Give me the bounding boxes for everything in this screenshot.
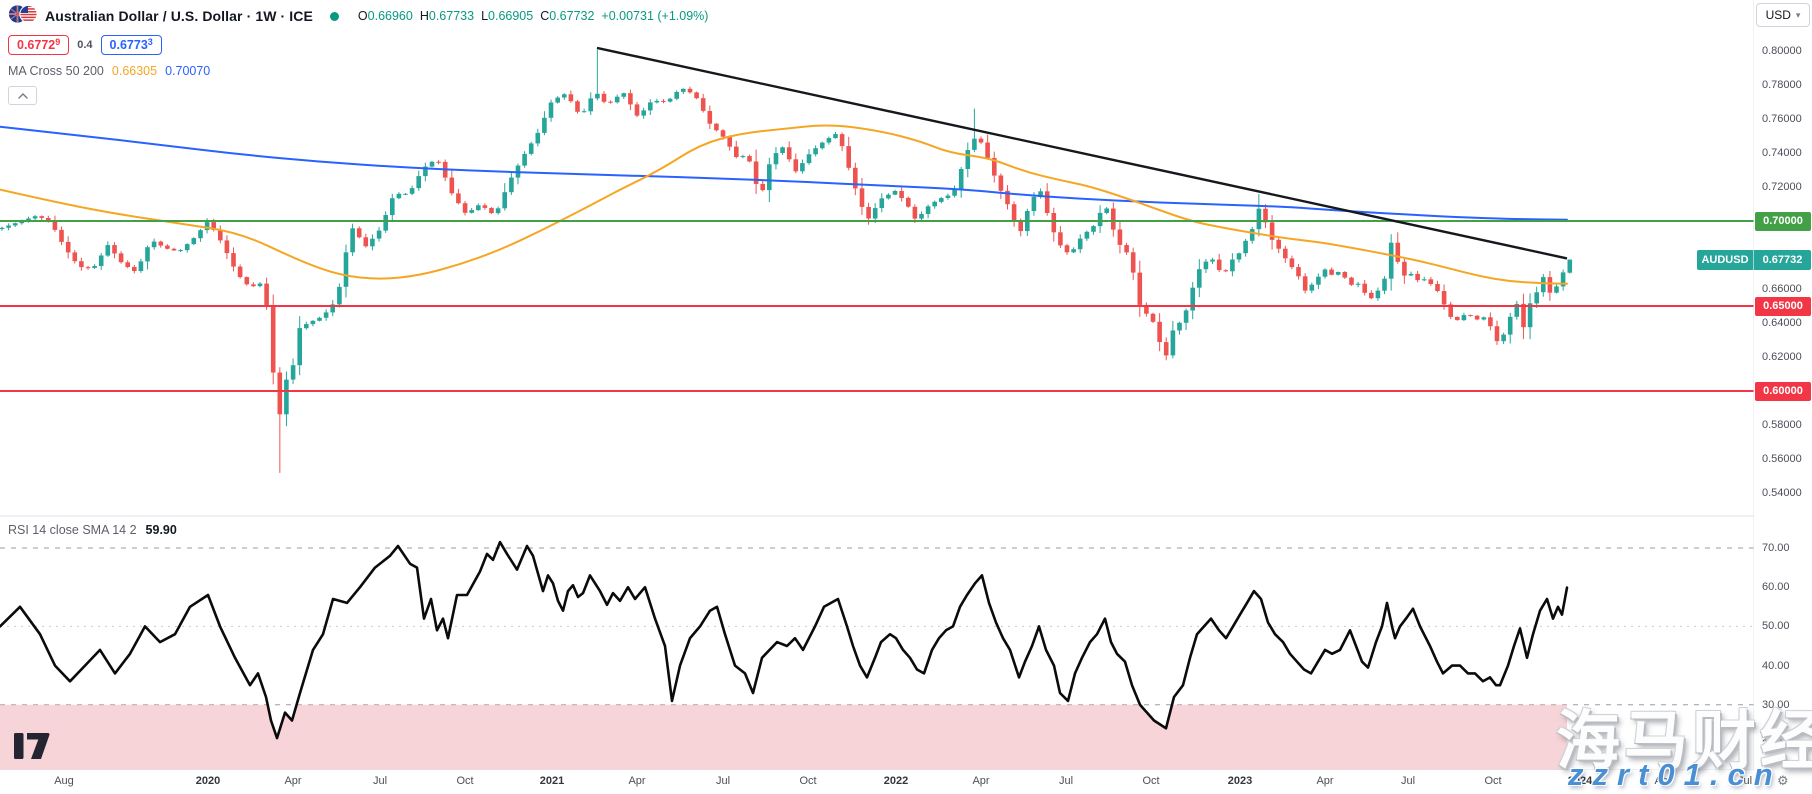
market-status-dot <box>330 12 339 21</box>
rsi-tick-60.00: 60.00 <box>1762 581 1790 593</box>
price-tick-0.80000: 0.80000 <box>1762 45 1802 57</box>
price-chart-canvas[interactable] <box>0 0 1812 794</box>
time-label-2023: 2023 <box>1228 775 1252 787</box>
ohlc-readout: O0.66960 H0.67733 L0.66905 C0.67732 +0.0… <box>358 9 709 23</box>
rsi-indicator-label: RSI 14 close SMA 14 2 <box>8 523 137 537</box>
price-tick-0.54000: 0.54000 <box>1762 487 1802 499</box>
pair-flags-icon <box>8 4 38 29</box>
spread-value: 0.4 <box>77 39 92 51</box>
ma-cross-legend: MA Cross 50 200 0.66305 0.70070 <box>8 64 708 78</box>
time-label-Apr: Apr <box>1316 775 1333 787</box>
symbol-title: Australian Dollar / U.S. Dollar · 1W · I… <box>45 8 313 24</box>
price-tick-0.74000: 0.74000 <box>1762 147 1802 159</box>
price-tick-0.64000: 0.64000 <box>1762 317 1802 329</box>
candles-series <box>0 50 1572 473</box>
sell-price-button[interactable]: 0.67729 <box>8 35 69 55</box>
time-label-2020: 2020 <box>196 775 220 787</box>
descending-trendline <box>597 48 1567 259</box>
price-tick-0.72000: 0.72000 <box>1762 181 1802 193</box>
tradingview-logo[interactable] <box>14 733 52 764</box>
price-tick-0.58000: 0.58000 <box>1762 419 1802 431</box>
chevron-up-icon <box>18 93 28 99</box>
price-tick-0.66000: 0.66000 <box>1762 283 1802 295</box>
axis-currency-selector[interactable]: USD ▾ <box>1756 3 1810 27</box>
collapse-legend-button[interactable] <box>8 86 37 105</box>
time-label-Jul: Jul <box>1401 775 1415 787</box>
last-price-badge: AUDUSD0.67732 <box>1697 250 1811 270</box>
change-readout: +0.00731 (+1.09%) <box>601 9 708 23</box>
time-label-Oct: Oct <box>1484 775 1501 787</box>
time-axis[interactable]: Aug 2020 Apr Jul Oct 2021 Apr Jul Oct 2022 Apr Jul O… <box>0 770 1812 794</box>
rsi-tick-70.00: 70.00 <box>1762 542 1790 554</box>
last-price-symbol: AUDUSD <box>1697 250 1754 270</box>
time-label-Jul: Jul <box>716 775 730 787</box>
watermark-url: zzrt01.cn <box>1568 757 1782 793</box>
time-label-Aug: Aug <box>54 775 74 787</box>
rsi-pane <box>0 542 1754 770</box>
time-label-Oct: Oct <box>799 775 816 787</box>
level-badge-0.65000: 0.65000 <box>1755 297 1811 316</box>
level-badge-0.70000: 0.70000 <box>1755 212 1811 231</box>
price-tick-0.78000: 0.78000 <box>1762 79 1802 91</box>
ma-cross-label: MA Cross 50 200 <box>8 64 104 78</box>
time-label-2021: 2021 <box>540 775 564 787</box>
time-label-Apr: Apr <box>284 775 301 787</box>
time-label-2022: 2022 <box>884 775 908 787</box>
time-label-Jul: Jul <box>1059 775 1073 787</box>
tradingview-chart-window: Australian Dollar / U.S. Dollar · 1W · I… <box>0 0 1812 794</box>
ma200-value: 0.70070 <box>165 64 210 78</box>
time-label-Oct: Oct <box>456 775 473 787</box>
price-tick-0.76000: 0.76000 <box>1762 113 1802 125</box>
rsi-tick-40.00: 40.00 <box>1762 660 1790 672</box>
chevron-down-icon: ▾ <box>1796 10 1801 21</box>
level-badge-0.60000: 0.60000 <box>1755 382 1811 401</box>
rsi-legend: RSI 14 close SMA 14 2 59.90 <box>8 523 177 537</box>
price-tick-0.56000: 0.56000 <box>1762 453 1802 465</box>
time-label-Apr: Apr <box>628 775 645 787</box>
buy-price-button[interactable]: 0.67733 <box>101 35 162 55</box>
time-label-Apr: Apr <box>972 775 989 787</box>
last-price-value: 0.67732 <box>1754 250 1811 270</box>
currency-label: USD <box>1766 8 1791 22</box>
rsi-tick-50.00: 50.00 <box>1762 620 1790 632</box>
symbol-legend: Australian Dollar / U.S. Dollar · 1W · I… <box>8 4 708 105</box>
price-tick-0.62000: 0.62000 <box>1762 351 1802 363</box>
time-label-Oct: Oct <box>1142 775 1159 787</box>
time-label-Jul: Jul <box>373 775 387 787</box>
price-axis[interactable]: 0.800000.780000.760000.740000.720000.680… <box>1754 0 1812 770</box>
ma50-value: 0.66305 <box>112 64 157 78</box>
ma200-line <box>0 127 1567 220</box>
rsi-current-value: 59.90 <box>146 523 177 537</box>
